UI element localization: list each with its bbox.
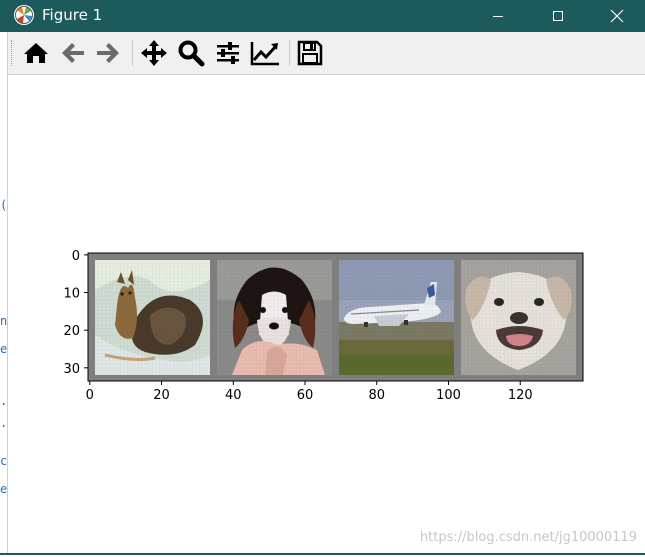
minimize-icon bbox=[493, 16, 503, 17]
home-button[interactable] bbox=[20, 38, 52, 68]
minimize-button[interactable] bbox=[475, 0, 521, 32]
arrow-right-icon bbox=[97, 43, 119, 63]
x-tick-label: 120 bbox=[508, 388, 533, 403]
sliders-icon bbox=[217, 42, 239, 64]
y-tick-label: 0 bbox=[72, 249, 80, 264]
line-chart-icon bbox=[250, 42, 279, 66]
toolbar-separator bbox=[132, 40, 133, 66]
y-axis: 0 10 20 30 bbox=[63, 249, 88, 377]
close-icon bbox=[610, 9, 624, 23]
x-tick-label: 100 bbox=[436, 388, 461, 403]
y-tick-label: 20 bbox=[63, 324, 80, 339]
zoom-button[interactable] bbox=[175, 38, 207, 68]
x-tick-label: 80 bbox=[368, 388, 385, 403]
arrow-left-icon bbox=[62, 43, 84, 63]
toolbar-grip bbox=[11, 40, 14, 66]
home-icon bbox=[24, 43, 48, 63]
move-icon bbox=[141, 40, 167, 66]
y-tick-label: 30 bbox=[63, 362, 80, 377]
x-tick-label: 0 bbox=[86, 388, 94, 403]
x-tick-label: 20 bbox=[153, 388, 170, 403]
image-puppy bbox=[217, 260, 332, 375]
y-tick-label: 10 bbox=[63, 287, 80, 302]
maximize-icon bbox=[553, 11, 563, 21]
x-axis: 0 20 40 60 80 100 120 bbox=[86, 381, 533, 403]
forward-button[interactable] bbox=[92, 38, 124, 68]
maximize-button[interactable] bbox=[535, 0, 581, 32]
image-cat bbox=[95, 260, 210, 375]
figure-canvas[interactable]: 0 20 40 60 80 100 120 0 10 20 30 https://blog.csd… bbox=[8, 75, 645, 553]
image-airplane bbox=[339, 260, 454, 375]
x-tick-label: 60 bbox=[297, 388, 314, 403]
configure-subplots-button[interactable] bbox=[212, 38, 244, 68]
title-bar: Figure 1 bbox=[0, 0, 645, 32]
plot-area[interactable]: 0 20 40 60 80 100 120 0 10 20 30 bbox=[8, 75, 645, 553]
background-window-strip: ( n e . . cl e bbox=[0, 32, 14, 555]
image-dog bbox=[461, 260, 576, 375]
x-tick-label: 40 bbox=[225, 388, 242, 403]
watermark: https://blog.csdn.net/jg10000119 bbox=[419, 530, 637, 545]
floppy-disk-icon bbox=[297, 40, 323, 66]
back-button[interactable] bbox=[57, 38, 89, 68]
window-title: Figure 1 bbox=[42, 6, 103, 24]
navigation-toolbar bbox=[8, 32, 645, 75]
close-button[interactable] bbox=[594, 0, 640, 32]
magnifier-icon bbox=[178, 40, 205, 67]
save-button[interactable] bbox=[294, 38, 326, 68]
edit-axis-button[interactable] bbox=[249, 38, 281, 68]
matplotlib-logo-icon bbox=[14, 5, 34, 25]
pan-button[interactable] bbox=[138, 38, 170, 68]
toolbar-separator bbox=[289, 40, 290, 66]
